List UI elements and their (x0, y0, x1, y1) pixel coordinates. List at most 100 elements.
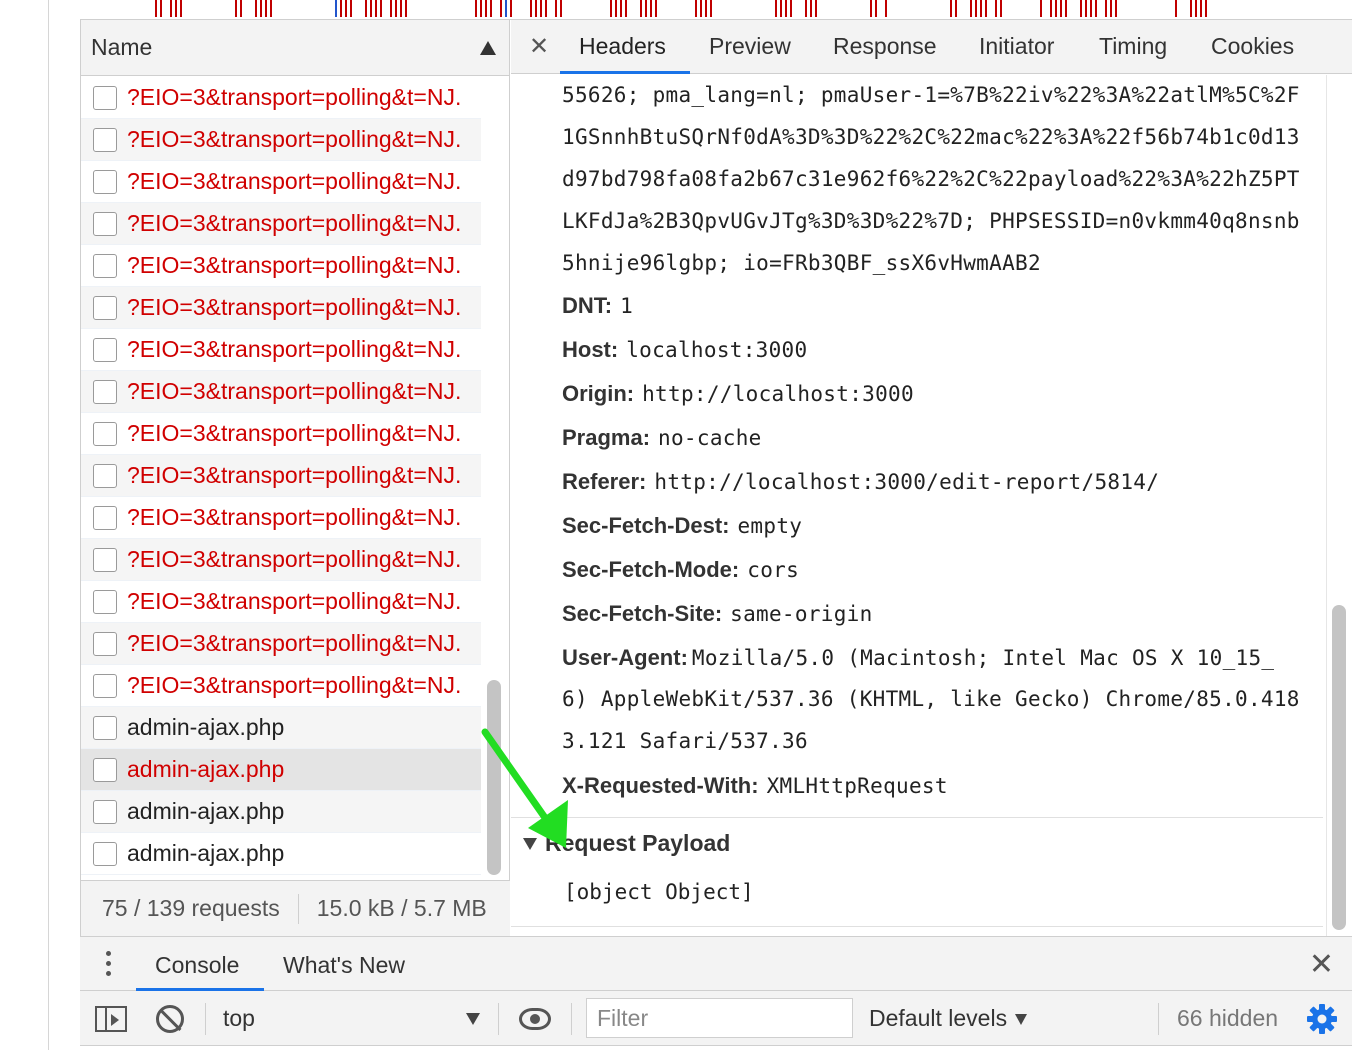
request-type-icon (93, 127, 117, 152)
close-details-icon[interactable]: ✕ (529, 32, 549, 61)
request-headers: 55626; pma_lang=nl; pmaUser-1=%7B%22iv%2… (511, 75, 1323, 815)
tab-whats-new[interactable]: What's New (283, 952, 405, 979)
request-row[interactable]: ?EIO=3&transport=polling&t=NJ. (81, 581, 481, 623)
header-value: no-cache (658, 426, 762, 450)
request-row[interactable]: ?EIO=3&transport=polling&t=NJ. (81, 77, 481, 119)
request-row[interactable]: ?EIO=3&transport=polling&t=NJ. (81, 329, 481, 371)
request-type-icon (93, 547, 117, 572)
request-name: ?EIO=3&transport=polling&t=NJ. (127, 672, 462, 698)
console-filter-input[interactable] (586, 998, 853, 1038)
header-value: same-origin (730, 602, 873, 626)
request-row[interactable]: ?EIO=3&transport=polling&t=NJ. (81, 287, 481, 329)
request-row[interactable]: ?EIO=3&transport=polling&t=NJ. (81, 413, 481, 455)
request-type-icon (93, 799, 117, 824)
request-name: admin-ajax.php (127, 798, 285, 824)
request-type-icon (93, 757, 117, 782)
request-details-pane: ✕ Headers Preview Response Initiator Tim… (511, 20, 1352, 936)
request-type-icon (93, 715, 117, 740)
header-key: Origin: (562, 381, 635, 406)
active-tab-indicator (560, 71, 690, 74)
header-value: 1 (620, 294, 634, 318)
header-dnt: DNT: 1 (562, 293, 633, 319)
user-agent-continuation: 3.121 Safari/537.36 (562, 729, 808, 753)
tab-preview[interactable]: Preview (709, 33, 791, 60)
header-key: Pragma: (562, 425, 651, 450)
request-type-icon (93, 673, 117, 698)
tab-cookies[interactable]: Cookies (1211, 33, 1294, 60)
transfer-size: 15.0 kB / 5.7 MB (316, 895, 487, 921)
cookie-line: d97bd798fa08fa2b67c31e962f6%22%2C%22payl… (562, 167, 1300, 191)
network-overview-timeline[interactable] (80, 0, 1352, 20)
request-name: ?EIO=3&transport=polling&t=NJ. (127, 210, 462, 236)
header-key: Sec-Fetch-Dest: (562, 513, 730, 538)
request-row[interactable]: ?EIO=3&transport=polling&t=NJ. (81, 455, 481, 497)
close-drawer-icon[interactable]: ✕ (1309, 947, 1334, 982)
request-name: admin-ajax.php (127, 756, 285, 782)
annotation-arrow (481, 728, 568, 848)
header-pragma: Pragma: no-cache (562, 425, 762, 451)
name-column-header[interactable]: Name (81, 20, 509, 76)
log-levels-dropdown[interactable]: Default levels (869, 1005, 1028, 1032)
details-scrollbar[interactable] (1326, 75, 1352, 936)
request-type-icon (93, 337, 117, 362)
console-toolbar: top Default levels 66 hidden (80, 991, 1352, 1046)
header-value: cors (747, 558, 800, 582)
hidden-messages-count: 66 hidden (1177, 1005, 1279, 1031)
request-type-icon (93, 379, 117, 404)
tab-console[interactable]: Console (155, 952, 239, 979)
tab-response[interactable]: Response (833, 33, 937, 60)
request-row[interactable]: ?EIO=3&transport=polling&t=NJ. (81, 245, 481, 287)
request-list: ?EIO=3&transport=polling&t=NJ. ?EIO=3&tra… (81, 77, 481, 879)
request-name: ?EIO=3&transport=polling&t=NJ. (127, 252, 462, 278)
clear-console-icon[interactable] (156, 1005, 184, 1033)
more-tools-icon[interactable] (106, 951, 112, 979)
request-row[interactable]: ?EIO=3&transport=polling&t=NJ. (81, 623, 481, 665)
request-row[interactable]: ?EIO=3&transport=polling&t=NJ. (81, 203, 481, 245)
tab-timing[interactable]: Timing (1099, 33, 1167, 60)
request-row[interactable]: ?EIO=3&transport=polling&t=NJ. (81, 161, 481, 203)
scrollbar-thumb[interactable] (1332, 605, 1346, 930)
request-row[interactable]: ?EIO=3&transport=polling&t=NJ. (81, 665, 481, 707)
request-name: ?EIO=3&transport=polling&t=NJ. (127, 462, 462, 488)
request-name: ?EIO=3&transport=polling&t=NJ. (127, 588, 462, 614)
status-bar: 75 / 139 requests 15.0 kB / 5.7 MB (81, 880, 510, 936)
header-origin: Origin: http://localhost:3000 (562, 381, 914, 407)
header-sec-fetch-mode: Sec-Fetch-Mode: cors (562, 557, 799, 583)
chevron-down-icon[interactable] (466, 1013, 480, 1025)
request-row[interactable]: admin-ajax.php (81, 707, 481, 749)
header-sec-fetch-site: Sec-Fetch-Site: same-origin (562, 601, 873, 627)
header-user-agent: User-Agent: Mozilla/5.0 (Macintosh; Intel… (562, 645, 1274, 671)
tab-initiator[interactable]: Initiator (979, 33, 1054, 60)
drawer-tabbar: Console What's New ✕ (80, 936, 1352, 991)
request-name: admin-ajax.php (127, 840, 285, 866)
request-name: ?EIO=3&transport=polling&t=NJ. (127, 336, 462, 362)
tab-headers[interactable]: Headers (579, 33, 666, 60)
request-row[interactable]: admin-ajax.php (81, 749, 481, 791)
request-type-icon (93, 505, 117, 530)
request-name: ?EIO=3&transport=polling&t=NJ. (127, 420, 462, 446)
request-name: admin-ajax.php (127, 714, 285, 740)
request-row[interactable]: admin-ajax.php (81, 833, 481, 875)
header-value: localhost:3000 (626, 338, 808, 362)
request-name: ?EIO=3&transport=polling&t=NJ. (127, 84, 462, 110)
context-selector[interactable]: top (223, 1005, 255, 1032)
live-expression-eye-icon[interactable] (519, 1008, 551, 1030)
request-row[interactable]: ?EIO=3&transport=polling&t=NJ. (81, 539, 481, 581)
request-row[interactable]: admin-ajax.php (81, 791, 481, 833)
request-type-icon (93, 211, 117, 236)
header-key: User-Agent: (562, 645, 688, 670)
name-column-title: Name (91, 34, 153, 60)
request-row[interactable]: ?EIO=3&transport=polling&t=NJ. (81, 371, 481, 413)
header-sec-fetch-dest: Sec-Fetch-Dest: empty (562, 513, 802, 539)
request-row[interactable]: ?EIO=3&transport=polling&t=NJ. (81, 497, 481, 539)
user-agent-continuation: 6) AppleWebKit/537.36 (KHTML, like Gecko… (562, 687, 1300, 711)
gear-icon[interactable] (1306, 1003, 1338, 1035)
request-name: ?EIO=3&transport=polling&t=NJ. (127, 546, 462, 572)
show-sidebar-icon[interactable] (95, 1006, 127, 1032)
log-levels-label: Default levels (869, 1005, 1008, 1031)
request-row[interactable]: ?EIO=3&transport=polling&t=NJ. (81, 119, 481, 161)
sort-ascending-icon[interactable] (480, 40, 496, 55)
request-list-pane: Name ?EIO=3&transport=polling&t=NJ. ?EIO=… (80, 20, 510, 936)
header-key: Referer: (562, 469, 647, 494)
request-count: 75 / 139 requests (102, 895, 280, 921)
